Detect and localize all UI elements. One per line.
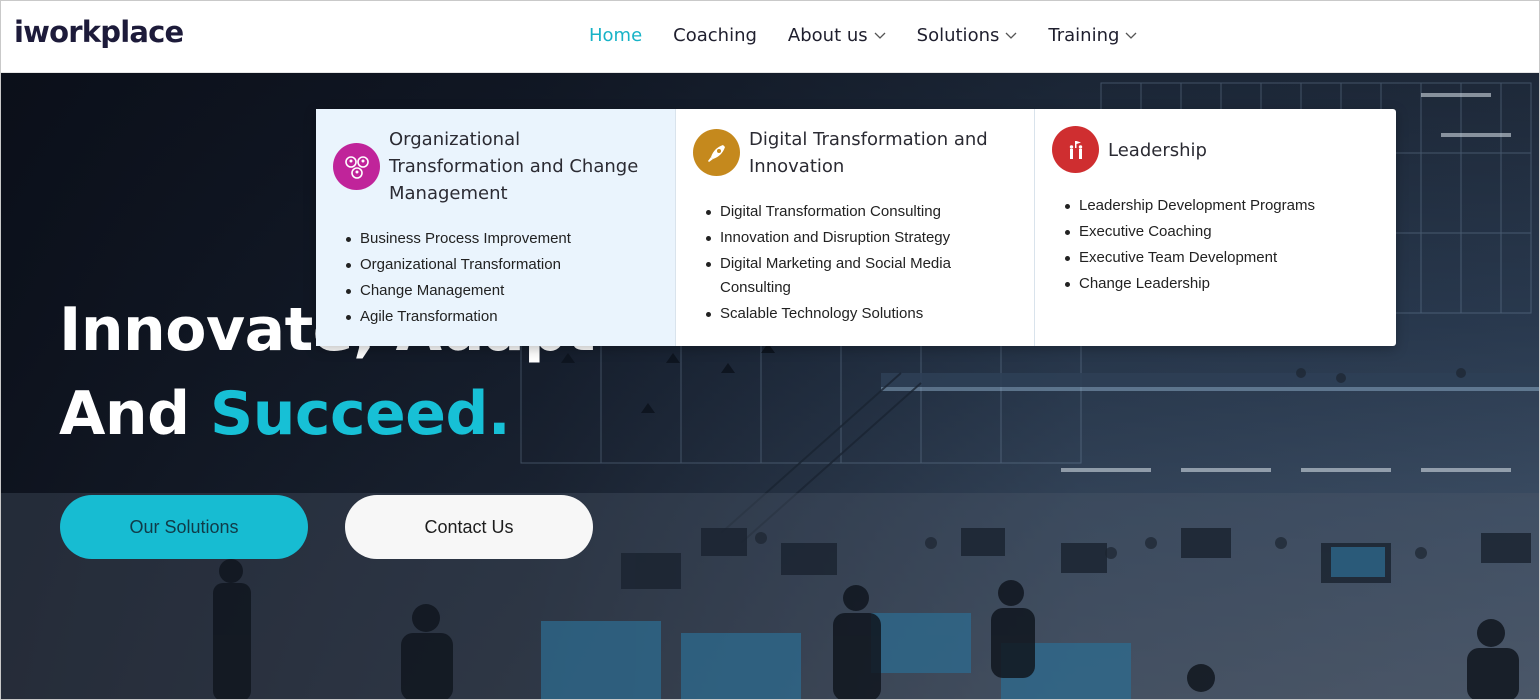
- menu-item-change-leadership[interactable]: Change Leadership: [1063, 272, 1383, 296]
- menu-item-scalable-technology-solutions[interactable]: Scalable Technology Solutions: [704, 302, 1024, 326]
- page-frame: iworkplace Home Coaching About us Soluti…: [0, 0, 1540, 700]
- people-network-icon: [333, 143, 380, 190]
- menu-item-organizational-transformation[interactable]: Organizational Transformation: [344, 253, 664, 277]
- rocket-icon: [693, 129, 740, 176]
- menu-column-org-transformation[interactable]: Organizational Transformation and Change…: [316, 109, 676, 346]
- nav-training-label: Training: [1048, 25, 1120, 46]
- nav-home-label: Home: [589, 25, 643, 46]
- site-logo[interactable]: iworkplace: [14, 15, 184, 49]
- menu-column-list: Digital Transformation Consulting Innova…: [704, 200, 1024, 328]
- contact-us-button[interactable]: Contact Us: [345, 495, 593, 559]
- our-solutions-button[interactable]: Our Solutions: [60, 495, 308, 559]
- menu-column-title[interactable]: Digital Transformation and Innovation: [749, 126, 1019, 180]
- chevron-down-icon: [1125, 32, 1137, 39]
- chevron-down-icon: [874, 32, 886, 39]
- nav-solutions[interactable]: Solutions: [917, 25, 1018, 46]
- menu-item-change-management[interactable]: Change Management: [344, 279, 664, 303]
- nav-about-us-label: About us: [787, 25, 868, 46]
- menu-item-executive-team-development[interactable]: Executive Team Development: [1063, 246, 1383, 270]
- nav-home[interactable]: Home: [589, 25, 642, 46]
- chevron-down-icon: [1005, 32, 1017, 39]
- menu-column-list: Leadership Development Programs Executiv…: [1063, 194, 1383, 298]
- nav-solutions-label: Solutions: [916, 25, 1000, 46]
- nav-training[interactable]: Training: [1048, 25, 1137, 46]
- solutions-dropdown-menu: Organizational Transformation and Change…: [316, 109, 1396, 346]
- menu-item-digital-marketing-social-media[interactable]: Digital Marketing and Social Media Consu…: [704, 252, 1024, 300]
- menu-item-innovation-disruption-strategy[interactable]: Innovation and Disruption Strategy: [704, 226, 1024, 250]
- nav-coaching-label: Coaching: [673, 25, 757, 46]
- hero-headline-line2: And Succeed.: [59, 379, 511, 449]
- menu-item-agile-transformation[interactable]: Agile Transformation: [344, 305, 664, 329]
- leader-flag-icon: [1052, 126, 1099, 173]
- hero-headline-accent: Succeed.: [210, 379, 511, 449]
- menu-item-digital-transformation-consulting[interactable]: Digital Transformation Consulting: [704, 200, 1024, 224]
- menu-column-title[interactable]: Organizational Transformation and Change…: [389, 126, 659, 207]
- menu-column-digital-transformation[interactable]: Digital Transformation and Innovation Di…: [676, 109, 1035, 346]
- menu-column-leadership[interactable]: Leadership Leadership Development Progra…: [1035, 109, 1396, 346]
- hero-headline-prefix: And: [59, 379, 210, 449]
- main-nav: Home Coaching About us Solutions Trainin…: [589, 25, 1168, 46]
- menu-item-business-process-improvement[interactable]: Business Process Improvement: [344, 227, 664, 251]
- menu-column-title[interactable]: Leadership: [1108, 137, 1358, 164]
- nav-coaching[interactable]: Coaching: [673, 25, 757, 46]
- site-header: iworkplace Home Coaching About us Soluti…: [1, 1, 1539, 73]
- menu-column-list: Business Process Improvement Organizatio…: [344, 227, 664, 331]
- menu-item-leadership-development-programs[interactable]: Leadership Development Programs: [1063, 194, 1383, 218]
- menu-item-executive-coaching[interactable]: Executive Coaching: [1063, 220, 1383, 244]
- nav-about-us[interactable]: About us: [788, 25, 886, 46]
